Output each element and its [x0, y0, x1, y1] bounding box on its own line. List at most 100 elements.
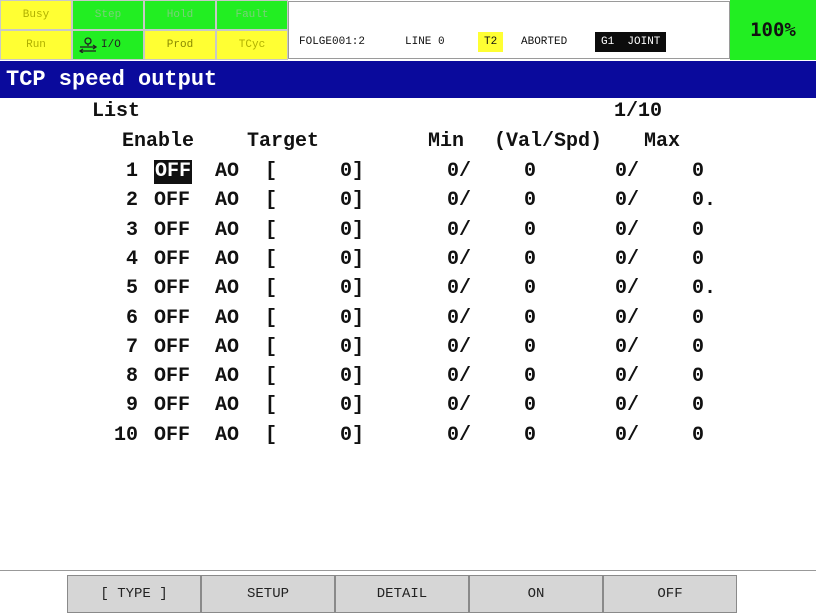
min-value[interactable]: 0/ — [447, 277, 471, 301]
target-index[interactable]: 0] — [340, 248, 364, 272]
enable-value[interactable]: OFF — [154, 307, 190, 331]
max-value[interactable]: 0/ — [615, 336, 639, 360]
max-value[interactable]: 0/ — [615, 394, 639, 418]
target-type[interactable]: AO — [215, 248, 239, 272]
target-index[interactable]: 0] — [340, 160, 364, 184]
max-speed[interactable]: 0 — [692, 336, 704, 360]
target-bracket: [ — [265, 218, 278, 242]
min-value[interactable]: 0/ — [447, 424, 471, 448]
max-value[interactable]: 0/ — [615, 248, 639, 272]
row-number: 9 — [125, 394, 138, 418]
tcp-speed-list: List 1/10 Enable Target Min (Val/Spd) Ma… — [0, 98, 816, 570]
enable-value[interactable]: OFF — [154, 336, 190, 360]
header-target: Target — [247, 130, 320, 153]
target-type[interactable]: AO — [215, 365, 239, 389]
max-speed[interactable]: 0. — [692, 189, 716, 213]
enable-value[interactable]: OFF — [154, 277, 190, 301]
target-type[interactable]: AO — [215, 160, 239, 184]
min-speed[interactable]: 0 — [524, 424, 536, 448]
max-speed[interactable]: 0 — [692, 365, 704, 389]
target-index[interactable]: 0] — [340, 219, 364, 243]
min-speed[interactable]: 0 — [524, 394, 536, 418]
io-label: I/O — [101, 39, 121, 51]
target-type[interactable]: AO — [215, 219, 239, 243]
target-type[interactable]: AO — [215, 424, 239, 448]
enable-value[interactable]: OFF — [154, 248, 190, 272]
min-speed[interactable]: 0 — [524, 248, 536, 272]
type-key[interactable]: [ TYPE ] — [67, 575, 201, 613]
min-speed[interactable]: 0 — [524, 277, 536, 301]
min-value[interactable]: 0/ — [447, 189, 471, 213]
min-speed[interactable]: 0 — [524, 189, 536, 213]
target-type[interactable]: AO — [215, 336, 239, 360]
prod-indicator: Prod — [144, 30, 216, 60]
target-type[interactable]: AO — [215, 277, 239, 301]
enable-value[interactable]: OFF — [154, 219, 190, 243]
off-key[interactable]: OFF — [603, 575, 737, 613]
target-index[interactable]: 0] — [340, 189, 364, 213]
max-value[interactable]: 0/ — [615, 219, 639, 243]
target-bracket: [ — [265, 277, 278, 301]
max-speed[interactable]: 0 — [692, 424, 704, 448]
header-min: Min — [428, 130, 465, 153]
row-number: 1 — [125, 160, 138, 183]
max-value[interactable]: 0/ — [615, 189, 639, 213]
max-value[interactable]: 0/ — [615, 365, 639, 389]
enable-value[interactable]: OFF — [154, 424, 190, 448]
max-speed[interactable]: 0 — [692, 307, 704, 331]
enable-value[interactable]: OFF — [154, 365, 190, 389]
program-name: FOLGE001:2 — [299, 36, 366, 48]
setup-key[interactable]: SETUP — [201, 575, 335, 613]
group-coord-badge: G1 JOINT — [595, 32, 667, 52]
min-value[interactable]: 0/ — [447, 307, 471, 331]
hold-indicator: Hold — [144, 0, 216, 30]
enable-value[interactable]: OFF — [154, 160, 193, 184]
busy-indicator: Busy — [0, 0, 72, 30]
min-value[interactable]: 0/ — [447, 365, 471, 389]
max-value[interactable]: 0/ — [615, 160, 639, 184]
max-speed[interactable]: 0 — [692, 160, 704, 184]
max-value[interactable]: 0/ — [615, 277, 639, 301]
target-index[interactable]: 0] — [340, 277, 364, 301]
target-index[interactable]: 0] — [340, 365, 364, 389]
target-bracket: [ — [265, 160, 278, 183]
max-speed[interactable]: 0 — [692, 394, 704, 418]
max-speed[interactable]: 0. — [692, 277, 716, 301]
max-value[interactable]: 0/ — [615, 307, 639, 331]
target-type[interactable]: AO — [215, 307, 239, 331]
max-value[interactable]: 0/ — [615, 424, 639, 448]
target-bracket: [ — [265, 423, 278, 447]
min-value[interactable]: 0/ — [447, 219, 471, 243]
enable-value[interactable]: OFF — [154, 394, 190, 418]
target-index[interactable]: 0] — [340, 307, 364, 331]
enable-value[interactable]: OFF — [154, 189, 190, 213]
title-bar: TCP speed output — [0, 61, 816, 98]
min-value[interactable]: 0/ — [447, 160, 471, 184]
detail-key[interactable]: DETAIL — [335, 575, 469, 613]
min-speed[interactable]: 0 — [524, 219, 536, 243]
row-number: 3 — [125, 218, 138, 242]
override-percent[interactable]: 100% — [730, 0, 816, 60]
max-speed[interactable]: 0 — [692, 248, 704, 272]
min-value[interactable]: 0/ — [447, 248, 471, 272]
target-index[interactable]: 0] — [340, 424, 364, 448]
target-type[interactable]: AO — [215, 189, 239, 213]
group-label: G1 — [601, 36, 615, 48]
min-value[interactable]: 0/ — [447, 336, 471, 360]
target-index[interactable]: 0] — [340, 336, 364, 360]
on-key[interactable]: ON — [469, 575, 603, 613]
function-key-bar: [ TYPE ] SETUP DETAIL ON OFF — [0, 570, 816, 613]
page-title: TCP speed output — [6, 67, 218, 92]
min-speed[interactable]: 0 — [524, 307, 536, 331]
target-type[interactable]: AO — [215, 394, 239, 418]
min-speed[interactable]: 0 — [524, 160, 536, 184]
target-index[interactable]: 0] — [340, 394, 364, 418]
row-number: 5 — [125, 277, 138, 301]
status-bar: Busy Step Hold Fault Run I/O Prod TCyc F… — [0, 0, 816, 60]
min-speed[interactable]: 0 — [524, 365, 536, 389]
program-state: ABORTED — [521, 36, 568, 48]
max-speed[interactable]: 0 — [692, 219, 704, 243]
min-value[interactable]: 0/ — [447, 394, 471, 418]
target-bracket: [ — [265, 335, 278, 359]
min-speed[interactable]: 0 — [524, 336, 536, 360]
